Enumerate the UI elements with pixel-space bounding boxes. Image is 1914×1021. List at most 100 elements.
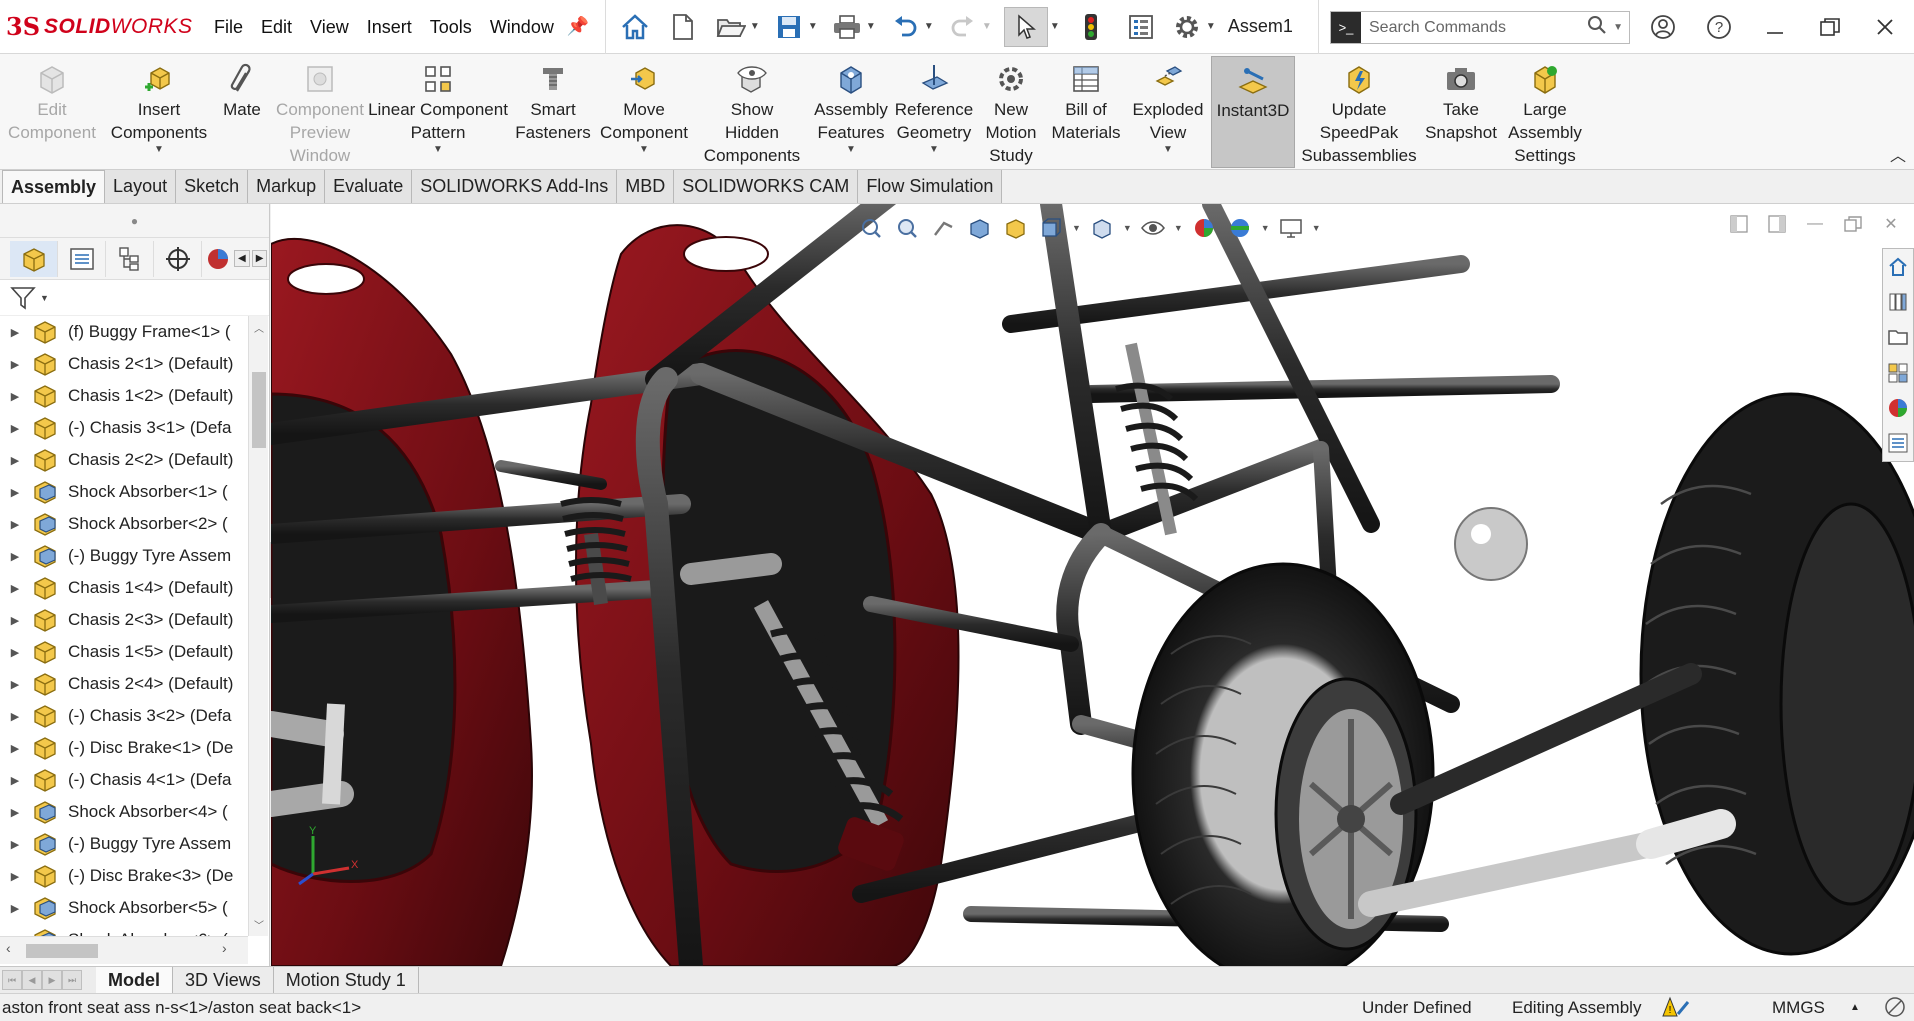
move-component-button[interactable]: Move Component ▼: [594, 56, 694, 168]
update-speedpak-button[interactable]: Update SpeedPak Subassemblies: [1298, 56, 1420, 168]
tree-item[interactable]: ▶Shock Absorber<6> (: [0, 924, 248, 936]
doc-close-icon[interactable]: ✕: [1878, 212, 1904, 236]
unit-system-dropdown-icon[interactable]: ▲: [1850, 994, 1860, 1021]
filter-dropdown-icon[interactable]: ▼: [40, 293, 49, 303]
display-style-dropdown-icon[interactable]: ▼: [1123, 223, 1132, 233]
user-account-icon[interactable]: [1640, 0, 1686, 54]
search-commands-field[interactable]: >_ Search Commands ▼: [1330, 11, 1630, 44]
tree-item[interactable]: ▶ Chasis 2<4> (Default): [0, 668, 248, 700]
tab-markup[interactable]: Markup: [248, 170, 326, 203]
menu-insert[interactable]: Insert: [358, 0, 421, 54]
rebuild-warning-icon[interactable]: !: [1662, 996, 1690, 1021]
search-icon[interactable]: [1587, 15, 1607, 40]
new-motion-study-button[interactable]: New Motion Study: [978, 56, 1044, 168]
print-icon[interactable]: [830, 7, 864, 47]
undo-dropdown-icon[interactable]: ▼: [922, 21, 936, 32]
menu-view[interactable]: View: [301, 0, 358, 54]
scroll-down-icon[interactable]: ﹀: [249, 917, 269, 932]
options-gear-icon[interactable]: [1170, 7, 1204, 47]
insert-components-button[interactable]: Insert Components ▼: [104, 56, 214, 168]
tab-mbd[interactable]: MBD: [617, 170, 675, 203]
first-tab-icon[interactable]: ⏮: [2, 970, 22, 990]
expand-arrow-icon[interactable]: ▶: [0, 582, 30, 595]
prev-tab-icon[interactable]: ◀: [22, 970, 42, 990]
large-assembly-settings-button[interactable]: Large Assembly Settings: [1502, 56, 1588, 168]
help-icon[interactable]: ?: [1696, 0, 1742, 54]
expand-arrow-icon[interactable]: ▶: [0, 518, 30, 531]
smart-fasteners-button[interactable]: Smart Fasteners: [514, 56, 592, 168]
move-component-dropdown-icon[interactable]: ▼: [639, 144, 649, 156]
tree-item[interactable]: ▶ Shock Absorber<4> (: [0, 796, 248, 828]
tab-flow-simulation[interactable]: Flow Simulation: [858, 170, 1003, 203]
tree-item[interactable]: ▶ (-) Chasis 3<2> (Defa: [0, 700, 248, 732]
expand-arrow-icon[interactable]: ▶: [0, 550, 30, 563]
menu-window[interactable]: Window: [481, 0, 563, 54]
assembly-features-dropdown-icon[interactable]: ▼: [846, 144, 856, 156]
tree-item[interactable]: ▶ Chasis 1<4> (Default): [0, 572, 248, 604]
tree-item[interactable]: ▶ (-) Buggy Tyre Assem: [0, 828, 248, 860]
tab-3d-views[interactable]: 3D Views: [173, 967, 274, 993]
expand-arrow-icon[interactable]: ▶: [0, 678, 30, 691]
last-tab-icon[interactable]: ⏭: [62, 970, 82, 990]
expand-arrow-icon[interactable]: ▶: [0, 646, 30, 659]
doc-minimize-icon[interactable]: —: [1802, 212, 1828, 236]
tree-item[interactable]: ▶ Shock Absorber<5> (: [0, 892, 248, 924]
panel-splitter-handle[interactable]: ●: [0, 204, 269, 238]
dimxpert-manager-icon[interactable]: [154, 240, 202, 277]
file-properties-icon[interactable]: [1124, 7, 1158, 47]
mate-button[interactable]: Mate: [214, 56, 270, 168]
h-scroll-thumb[interactable]: [26, 944, 98, 958]
home-icon[interactable]: [618, 7, 652, 47]
select-cursor-icon[interactable]: [1003, 6, 1048, 47]
view-palette-icon[interactable]: [1885, 360, 1911, 386]
expand-arrow-icon[interactable]: ▶: [0, 838, 30, 851]
save-icon[interactable]: [772, 7, 806, 47]
tabs-scroll-left-icon[interactable]: ◀: [234, 250, 250, 267]
view-orientation-dropdown-icon[interactable]: ▼: [1072, 223, 1081, 233]
tree-item[interactable]: ▶ (-) Disc Brake<1> (De: [0, 732, 248, 764]
hide-show-dropdown-icon[interactable]: ▼: [1174, 223, 1183, 233]
tree-item[interactable]: ▶ Chasis 1<2> (Default): [0, 380, 248, 412]
reference-geometry-button[interactable]: Reference Geometry ▼: [892, 56, 976, 168]
expand-arrow-icon[interactable]: ▶: [0, 486, 30, 499]
tree-item[interactable]: ▶ Chasis 2<3> (Default): [0, 604, 248, 636]
linear-pattern-dropdown-icon[interactable]: ▼: [433, 144, 443, 156]
previous-view-icon[interactable]: [928, 214, 958, 242]
expand-arrow-icon[interactable]: ▶: [0, 358, 30, 371]
tree-filter[interactable]: ▼: [0, 280, 269, 316]
tree-item[interactable]: ▶ Chasis 1<5> (Default): [0, 636, 248, 668]
solidworks-resources-icon[interactable]: [1885, 254, 1911, 280]
apply-scene-icon[interactable]: [1225, 214, 1255, 242]
tree-item[interactable]: ▶ (-) Disc Brake<3> (De: [0, 860, 248, 892]
instant3d-button[interactable]: Instant3D: [1211, 56, 1295, 168]
tree-item[interactable]: ▶ (-) Buggy Tyre Assem: [0, 540, 248, 572]
tree-item[interactable]: ▶ (-) Chasis 4<1> (Defa: [0, 764, 248, 796]
tree-item[interactable]: ▶ Chasis 2<1> (Default): [0, 348, 248, 380]
display-style-icon[interactable]: [1087, 214, 1117, 242]
buggy-assembly-model[interactable]: [271, 204, 1914, 966]
take-snapshot-button[interactable]: Take Snapshot: [1420, 56, 1502, 168]
tile-left-icon[interactable]: [1726, 212, 1752, 236]
tree-item[interactable]: ▶ Shock Absorber<1> (: [0, 476, 248, 508]
featuremanager-tree-icon[interactable]: [10, 240, 58, 277]
expand-arrow-icon[interactable]: ▶: [0, 710, 30, 723]
pin-icon[interactable]: 📌: [563, 16, 593, 37]
select-dropdown-icon[interactable]: ▼: [1048, 21, 1062, 32]
tree-item[interactable]: ▶ Shock Absorber<2> (: [0, 508, 248, 540]
options-dropdown-icon[interactable]: ▼: [1204, 21, 1218, 32]
menu-edit[interactable]: Edit: [252, 0, 301, 54]
exploded-view-dropdown-icon[interactable]: ▼: [1163, 144, 1173, 156]
section-view-icon[interactable]: [964, 214, 994, 242]
expand-arrow-icon[interactable]: ▶: [0, 422, 30, 435]
minimize-icon[interactable]: [1752, 0, 1798, 54]
expand-arrow-icon[interactable]: ▶: [0, 742, 30, 755]
graphics-area[interactable]: ▼ ▼ ▼ ▼ ▼ — ✕ Y X: [271, 204, 1914, 966]
tab-evaluate[interactable]: Evaluate: [325, 170, 413, 203]
collapse-ribbon-icon[interactable]: ︿: [1890, 142, 1906, 166]
expand-arrow-icon[interactable]: ▶: [0, 454, 30, 467]
property-manager-icon[interactable]: [58, 240, 106, 277]
scroll-up-icon[interactable]: ︿: [249, 320, 269, 335]
apply-scene-dropdown-icon[interactable]: ▼: [1261, 223, 1270, 233]
tree-item[interactable]: ▶ Chasis 2<2> (Default): [0, 444, 248, 476]
close-icon[interactable]: [1862, 0, 1908, 54]
